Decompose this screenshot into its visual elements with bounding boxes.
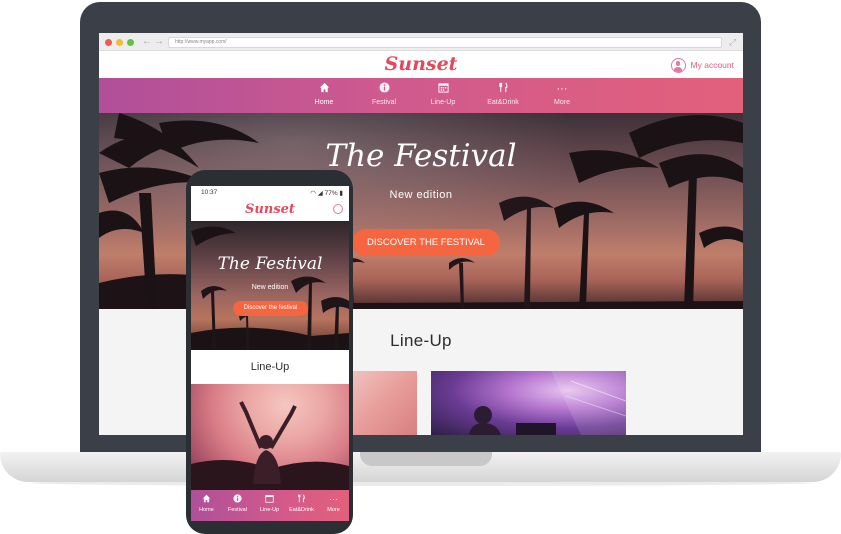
nav-item-label: More [554, 99, 570, 106]
laptop-notch [360, 452, 492, 466]
back-arrow-icon[interactable]: ← [142, 35, 152, 49]
nav-item-label: Home [314, 99, 334, 106]
close-window-button[interactable] [105, 39, 112, 46]
nav-item-label: Eat&Drink [487, 99, 519, 106]
my-account-link[interactable]: My account [670, 57, 734, 73]
lineup-card-dj[interactable] [431, 371, 626, 435]
nav-item-more[interactable]: ··· More [535, 82, 589, 108]
phone-hero-banner: The Festival New edition Discover the fe… [191, 221, 349, 350]
nav-item-label: Line-Up [430, 99, 456, 106]
minimize-window-button[interactable] [116, 39, 123, 46]
browser-toolbar: ← → http://www.myapp.com/ ⤢ [99, 33, 743, 51]
phone-discover-festival-button[interactable]: Discover the festival [233, 301, 308, 316]
hero-title: The Festival [325, 138, 517, 174]
nav-item-home[interactable]: Home [297, 82, 351, 108]
phone-app-header: Sunset [191, 199, 349, 221]
my-account-label: My account [690, 60, 734, 70]
phone-lineup-title: Line-Up [250, 361, 290, 373]
site-header: Sunset My account [99, 51, 743, 78]
tab-label: Festival [228, 507, 247, 513]
wifi-icon: ◠ [310, 190, 316, 197]
home-icon [191, 494, 222, 505]
tab-home[interactable]: Home [191, 494, 222, 514]
maximize-window-button[interactable] [127, 39, 134, 46]
device-mockup: ← → http://www.myapp.com/ ⤢ Sunset My ac… [0, 0, 841, 534]
tab-label: More [327, 507, 340, 513]
tab-label: Home [199, 507, 214, 513]
main-navigation: Home Festival Line-Up Eat&Drink ··· More [99, 78, 743, 113]
phone-lineup-card[interactable] [191, 384, 349, 490]
info-icon [222, 494, 253, 505]
signal-icon: ◢ [317, 190, 323, 197]
user-avatar-icon[interactable] [333, 204, 343, 214]
phone-tab-bar: Home Festival Line-Up Eat&Drink ··· More [191, 490, 349, 521]
phone-logo[interactable]: Sunset [191, 201, 349, 218]
phone-status-bar: 10:37 ◠ ◢ 77% ▮ [191, 186, 349, 199]
address-bar[interactable]: http://www.myapp.com/ [168, 37, 722, 48]
battery-level: 77% [324, 190, 338, 197]
phone-hero-subtitle: New edition [251, 284, 289, 291]
phone-hero-title: The Festival [217, 254, 323, 274]
tab-label: Eat&Drink [289, 507, 314, 513]
nav-item-label: Festival [371, 99, 397, 106]
battery-icon: ▮ [339, 190, 343, 197]
info-icon [357, 82, 411, 97]
tab-festival[interactable]: Festival [222, 494, 253, 514]
lineup-card-crowd[interactable] [345, 371, 417, 435]
forward-arrow-icon[interactable]: → [154, 35, 164, 49]
tab-lineup[interactable]: Line-Up [254, 494, 285, 514]
tab-more[interactable]: ··· More [318, 494, 349, 514]
calendar-icon [416, 82, 470, 97]
nav-item-lineup[interactable]: Line-Up [416, 82, 470, 108]
calendar-icon [254, 494, 285, 505]
tab-label: Line-Up [259, 507, 280, 513]
status-indicators: ◠ ◢ 77% ▮ [310, 189, 343, 197]
fullscreen-icon[interactable]: ⤢ [729, 36, 736, 48]
phone-lineup-section: Line-Up [191, 350, 349, 384]
more-icon: ··· [329, 494, 338, 504]
nav-item-eat-drink[interactable]: Eat&Drink [476, 82, 530, 108]
cutlery-icon [476, 82, 530, 97]
user-avatar-icon [670, 57, 686, 73]
home-icon [297, 82, 351, 97]
concert-crowd-image [191, 401, 349, 490]
tab-eat-drink[interactable]: Eat&Drink [286, 494, 317, 514]
discover-festival-button[interactable]: DISCOVER THE FESTIVAL [352, 229, 500, 256]
cutlery-icon [286, 494, 317, 505]
site-logo[interactable]: Sunset [99, 53, 743, 76]
phone-screen: 10:37 ◠ ◢ 77% ▮ Sunset The Festival New … [191, 186, 349, 521]
more-icon: ··· [556, 83, 568, 95]
nav-item-festival[interactable]: Festival [357, 82, 411, 108]
status-time: 10:37 [201, 189, 218, 196]
dj-stage-image [469, 371, 626, 435]
